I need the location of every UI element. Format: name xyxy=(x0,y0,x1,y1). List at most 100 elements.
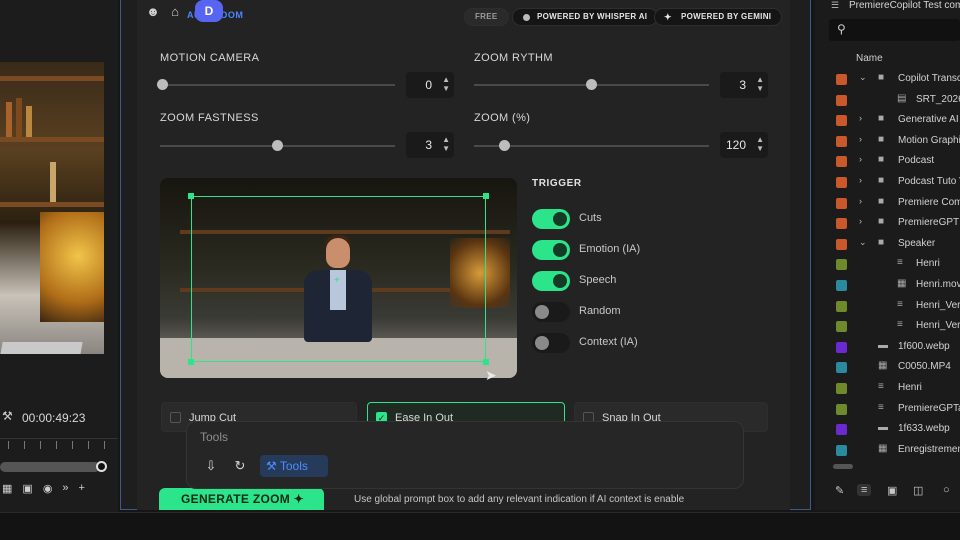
label-color-swatch[interactable] xyxy=(836,444,847,456)
zoom-fastness-stepper[interactable]: 3 ▲ ▼ xyxy=(406,132,454,158)
label-color-swatch[interactable] xyxy=(836,238,847,250)
zoom-percent-slider-thumb[interactable] xyxy=(498,140,510,151)
zoom-rythm-slider-thumb[interactable] xyxy=(586,79,597,90)
zoom-rythm-stepper[interactable]: 3 ▲ ▼ xyxy=(720,72,768,98)
motion-camera-stepper[interactable]: 0 ▲ ▼ xyxy=(406,72,454,98)
project-item[interactable]: ⌄ ■ Copilot Transcr xyxy=(815,69,960,89)
monitor-video-frame[interactable] xyxy=(0,62,104,354)
icon-view-icon[interactable]: ▣ xyxy=(887,484,897,497)
project-item[interactable]: ▦ C0050.MP4 xyxy=(815,357,960,377)
download-icon[interactable]: ⇩ xyxy=(202,457,220,475)
chevron-down-icon[interactable]: ⌄ xyxy=(859,237,867,248)
project-item[interactable]: ≡ PremiereGPTac xyxy=(815,399,960,419)
crop-handle-top-right[interactable] xyxy=(483,193,489,199)
stepper-arrows-icon[interactable]: ▲ ▼ xyxy=(756,75,764,93)
video-preview[interactable]: + xyxy=(160,178,517,378)
project-item[interactable]: › ■ Motion Graphi xyxy=(815,131,960,151)
camera-icon[interactable]: ◉ xyxy=(43,482,53,496)
project-item[interactable]: ▤ SRT_2026_ xyxy=(815,90,960,110)
horizontal-scrollbar[interactable] xyxy=(833,464,853,469)
label-color-swatch[interactable] xyxy=(836,321,847,333)
label-color-swatch[interactable] xyxy=(836,156,847,168)
scrub-handle[interactable] xyxy=(96,461,107,472)
zoom-fastness-slider-thumb[interactable] xyxy=(272,140,283,151)
playhead-timecode[interactable]: 00:00:49:23 xyxy=(22,411,85,425)
zoom-percent-stepper[interactable]: 120 ▲ ▼ xyxy=(720,132,768,158)
chevron-right-icon[interactable]: › xyxy=(859,175,862,185)
add-icon[interactable]: + xyxy=(79,482,85,496)
chevron-right-icon[interactable]: › xyxy=(859,113,862,123)
label-color-swatch[interactable] xyxy=(836,280,847,291)
label-color-swatch[interactable] xyxy=(836,177,847,188)
insert-icon[interactable]: ▦ xyxy=(2,482,12,496)
project-item[interactable]: ▬ 1f633.webp xyxy=(815,419,960,439)
label-color-swatch[interactable] xyxy=(836,362,847,374)
more-icon[interactable]: » xyxy=(62,482,68,496)
tools-button[interactable]: ⚒ Tools xyxy=(260,455,328,477)
chevron-down-icon[interactable]: ⌄ xyxy=(859,72,867,83)
overwrite-icon[interactable]: ▣ xyxy=(22,482,32,496)
label-color-swatch[interactable] xyxy=(836,197,847,209)
label-color-swatch[interactable] xyxy=(836,259,847,271)
random-toggle[interactable] xyxy=(532,302,570,322)
project-item[interactable]: ≡ Henri xyxy=(815,254,960,274)
chevron-right-icon[interactable]: › xyxy=(859,154,862,164)
label-color-swatch[interactable] xyxy=(836,300,847,312)
name-column-header[interactable]: Name xyxy=(856,53,883,64)
sync-icon[interactable]: ↻ xyxy=(231,457,249,475)
project-item[interactable]: › ■ Podcast xyxy=(815,151,960,171)
label-color-swatch[interactable] xyxy=(836,135,847,147)
project-item[interactable]: › ■ Generative AI xyxy=(815,110,960,130)
wrench-icon[interactable]: ⚒ xyxy=(2,409,13,423)
label-color-swatch[interactable] xyxy=(836,424,847,436)
user-icon[interactable]: ☻ xyxy=(145,4,161,20)
discord-icon[interactable]: D xyxy=(195,0,223,22)
chevron-right-icon[interactable]: › xyxy=(859,196,862,206)
label-color-swatch[interactable] xyxy=(836,383,847,394)
chevron-right-icon[interactable]: › xyxy=(859,134,862,144)
home-icon[interactable]: ⌂ xyxy=(167,4,183,20)
label-color-swatch[interactable] xyxy=(836,94,847,106)
project-item[interactable]: ▦ Enregistrement xyxy=(815,440,960,460)
motion-camera-slider-thumb[interactable] xyxy=(157,79,168,90)
crop-handle-bottom-right[interactable] xyxy=(483,359,489,365)
scrub-bar[interactable] xyxy=(0,462,100,472)
time-ruler[interactable] xyxy=(0,438,118,452)
pencil-icon[interactable]: ✎ xyxy=(835,484,844,497)
project-item[interactable]: ≡ Henri xyxy=(815,378,960,398)
chevron-right-icon[interactable]: › xyxy=(859,216,862,226)
project-item[interactable]: › ■ PremiereGPT xyxy=(815,213,960,233)
project-item-name: Generative AI xyxy=(898,114,959,126)
project-item[interactable]: ⌄ ■ Speaker xyxy=(815,234,960,254)
project-item[interactable]: ≡ Henri_Ver xyxy=(815,296,960,316)
label-color-swatch[interactable] xyxy=(836,115,847,127)
crop-handle-bottom-left[interactable] xyxy=(188,359,194,365)
trigger-label: Speech xyxy=(579,274,617,286)
list-view-icon[interactable]: ≡ xyxy=(857,484,872,496)
motion-camera-slider[interactable] xyxy=(160,84,395,86)
stepper-arrows-icon[interactable]: ▲ ▼ xyxy=(442,135,450,153)
sparkle-icon: ✦ xyxy=(293,492,305,506)
checkbox[interactable] xyxy=(170,412,181,423)
freeform-view-icon[interactable]: ◫ xyxy=(913,484,923,497)
project-search-input[interactable]: ⚲ xyxy=(829,19,960,41)
context-toggle[interactable] xyxy=(532,333,570,353)
generate-zoom-button[interactable]: GENERATE ZOOM ✦ xyxy=(159,488,324,510)
emotion-toggle[interactable] xyxy=(532,240,570,260)
zoom-slider-icon[interactable]: ○ xyxy=(943,484,950,496)
label-color-swatch[interactable] xyxy=(836,341,847,353)
project-item[interactable]: › ■ Premiere Comp xyxy=(815,193,960,213)
label-color-swatch[interactable] xyxy=(836,74,847,85)
cuts-toggle[interactable] xyxy=(532,209,570,229)
speech-toggle[interactable] xyxy=(532,271,570,291)
label-color-swatch[interactable] xyxy=(836,218,847,230)
crop-handle-top-left[interactable] xyxy=(188,193,194,199)
panel-menu-icon[interactable]: ☰ xyxy=(831,0,839,11)
stepper-arrows-icon[interactable]: ▲ ▼ xyxy=(756,135,764,153)
project-item[interactable]: ≡ Henri_Ver xyxy=(815,316,960,336)
project-item[interactable]: › ■ Podcast Tuto V xyxy=(815,172,960,192)
stepper-arrows-icon[interactable]: ▲ ▼ xyxy=(442,75,450,93)
label-color-swatch[interactable] xyxy=(836,403,847,415)
project-item[interactable]: ▦ Henri.mov xyxy=(815,275,960,295)
project-item[interactable]: ▬ 1f600.webp xyxy=(815,337,960,357)
